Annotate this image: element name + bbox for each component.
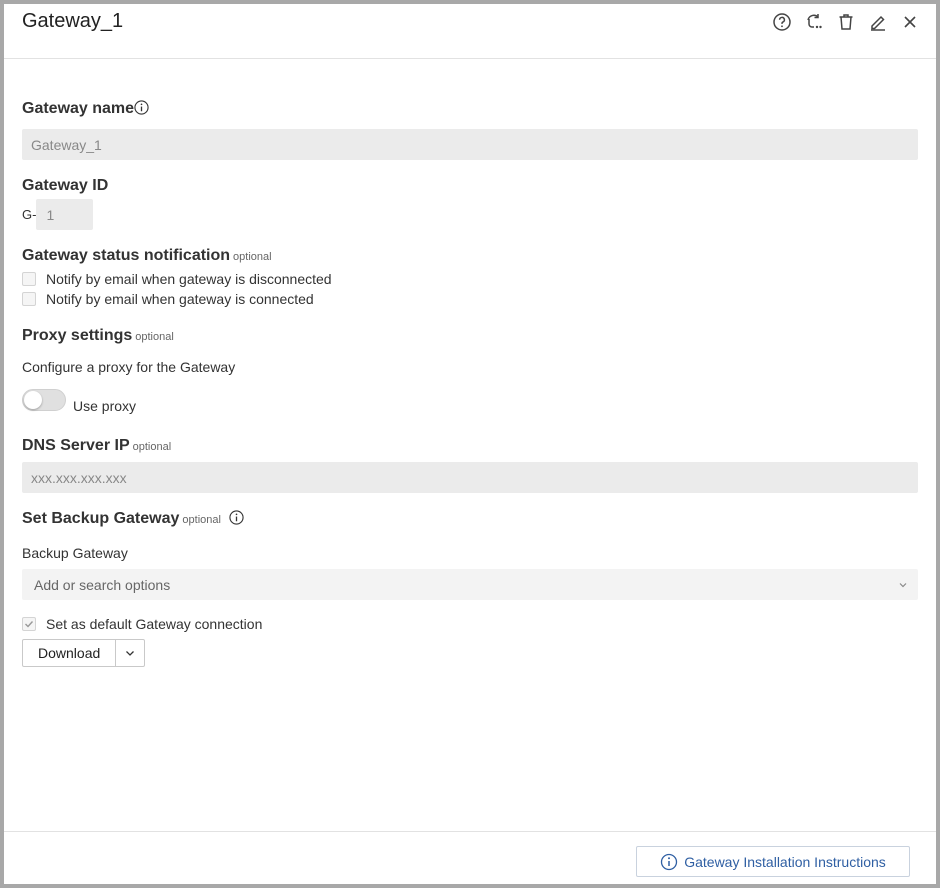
notify-connected-checkbox[interactable] <box>22 292 36 306</box>
edit-icon[interactable] <box>866 10 890 34</box>
use-proxy-label: Use proxy <box>73 398 137 414</box>
backup-gateway-placeholder: Add or search options <box>34 576 171 593</box>
info-icon[interactable] <box>134 100 149 115</box>
use-proxy-toggle[interactable] <box>22 389 66 411</box>
close-icon[interactable] <box>898 10 922 34</box>
dns-input[interactable]: xxx.xxx.xxx.xxx <box>22 462 918 493</box>
backup-gateway-label: Backup Gateway <box>22 545 128 561</box>
optional-tag: optional <box>182 514 221 526</box>
notify-connected-option[interactable]: Notify by email when gateway is connecte… <box>22 289 918 309</box>
gateway-name-field[interactable]: Gateway_1 <box>22 129 918 160</box>
chevron-down-icon <box>126 651 135 656</box>
toggle-knob <box>24 391 42 409</box>
panel-header: Gateway_1 <box>4 4 936 59</box>
proxy-description: Configure a proxy for the Gateway <box>22 359 236 375</box>
gateway-id-field[interactable]: 1 <box>36 199 94 230</box>
info-icon <box>661 853 678 870</box>
default-connection-checkbox[interactable] <box>22 617 36 631</box>
sync-icon[interactable] <box>802 10 826 34</box>
notify-connected-label: Notify by email when gateway is connecte… <box>46 291 314 307</box>
optional-tag: optional <box>233 251 272 263</box>
page-title: Gateway_1 <box>22 10 124 32</box>
notify-disconnected-option[interactable]: Notify by email when gateway is disconne… <box>22 269 918 289</box>
gateway-panel: Gateway_1 Gateway name Gateway_1 Gateway… <box>0 0 940 888</box>
gateway-name-label: Gateway name <box>22 100 135 117</box>
chevron-down-icon <box>899 582 907 587</box>
check-icon <box>25 621 34 628</box>
gateway-id-value: 1 <box>46 206 55 223</box>
default-connection-option[interactable]: Set as default Gateway connection <box>22 614 918 634</box>
dns-placeholder: xxx.xxx.xxx.xxx <box>31 469 127 486</box>
download-split-button: Download <box>22 639 146 667</box>
installation-instructions-label: Gateway Installation Instructions <box>684 853 886 870</box>
status-notification-label: Gateway status notification <box>22 247 231 264</box>
backup-gateway-title: Set Backup Gateway <box>22 510 180 527</box>
proxy-settings-label: Proxy settings <box>22 327 133 344</box>
optional-tag: optional <box>132 441 172 453</box>
notify-disconnected-checkbox[interactable] <box>22 272 36 286</box>
default-connection-label: Set as default Gateway connection <box>46 616 263 632</box>
download-menu-button[interactable] <box>116 640 144 666</box>
gateway-id-label: Gateway ID <box>22 177 109 194</box>
help-icon[interactable] <box>770 10 794 34</box>
dns-label: DNS Server IP <box>22 437 130 454</box>
installation-instructions-button[interactable]: Gateway Installation Instructions <box>636 846 910 877</box>
backup-gateway-select[interactable]: Add or search options <box>22 569 918 600</box>
header-actions <box>770 10 922 34</box>
gateway-id-prefix: G- <box>22 207 37 222</box>
download-button[interactable]: Download <box>23 640 117 666</box>
panel-footer: Gateway Installation Instructions <box>4 831 936 884</box>
info-icon[interactable] <box>229 510 245 525</box>
form-content: Gateway name Gateway_1 Gateway ID G- 1 G… <box>22 100 918 667</box>
notify-disconnected-label: Notify by email when gateway is disconne… <box>46 271 332 287</box>
gateway-name-value: Gateway_1 <box>31 136 102 153</box>
trash-icon[interactable] <box>834 10 858 34</box>
optional-tag: optional <box>135 331 174 343</box>
